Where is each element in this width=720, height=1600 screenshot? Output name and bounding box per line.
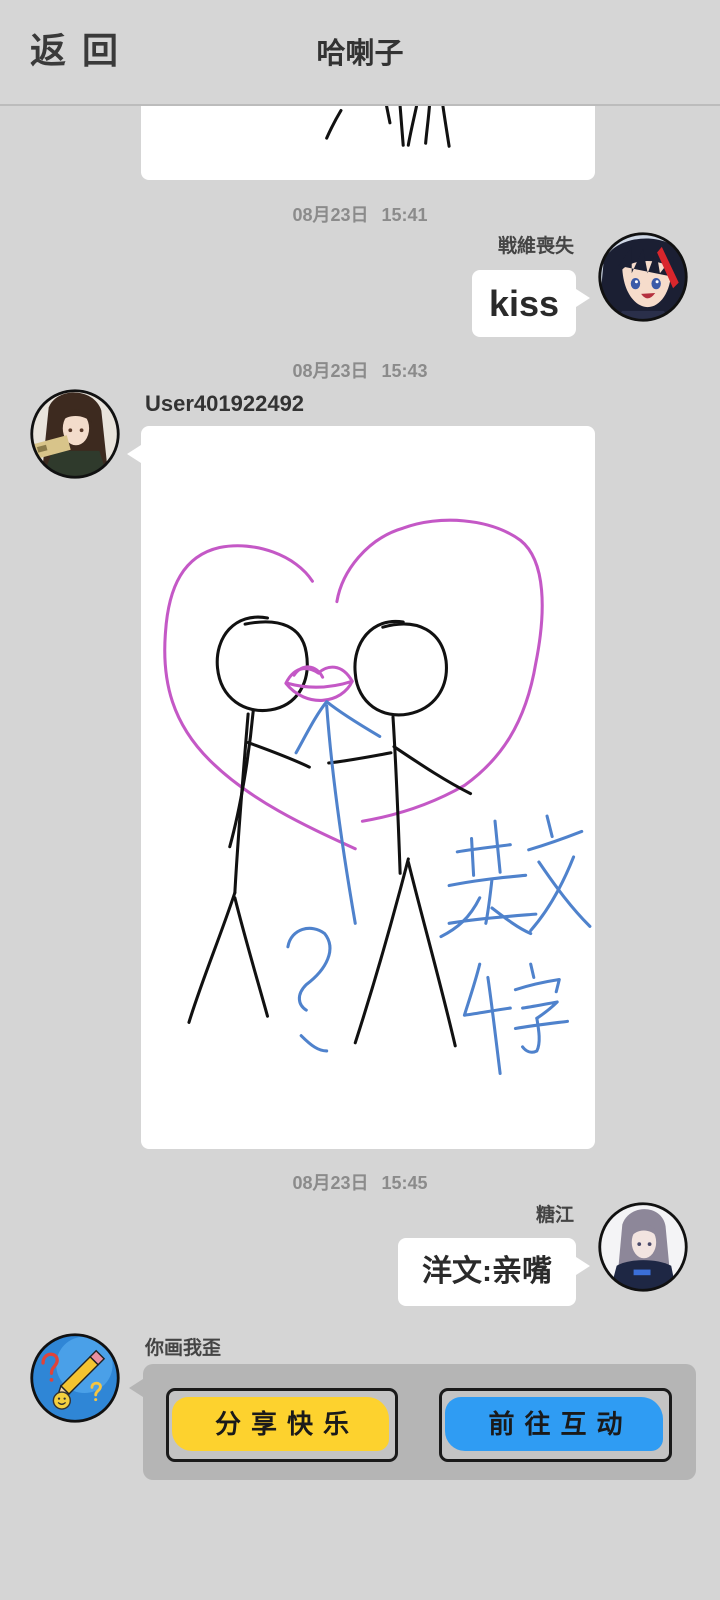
sender-name: 你画我歪 bbox=[145, 1337, 222, 1359]
go-interact-button[interactable]: 前往互动 bbox=[439, 1388, 672, 1462]
page-title: 哈喇子 bbox=[316, 36, 404, 70]
avatar[interactable] bbox=[596, 230, 690, 324]
message-bubble: 洋文:亲嘴 bbox=[398, 1238, 590, 1306]
message-timestamp: 08月23日 15:45 bbox=[292, 1173, 428, 1193]
bubble-tail bbox=[127, 445, 141, 463]
bubble-tail bbox=[576, 289, 590, 307]
message-timestamp: 08月23日 15:41 bbox=[292, 205, 428, 225]
share-happiness-button[interactable]: 分享快乐 bbox=[166, 1388, 398, 1462]
bubble-tail bbox=[129, 1379, 143, 1397]
avatar[interactable] bbox=[28, 1331, 122, 1425]
drawing-stick-figure-left bbox=[187, 615, 311, 1024]
sender-name: User401922492 bbox=[145, 391, 305, 416]
message-timestamp: 08月23日 15:43 bbox=[292, 361, 428, 381]
avatar[interactable] bbox=[28, 387, 122, 481]
drawing-canvas bbox=[163, 518, 592, 1075]
pencil-logo-icon bbox=[30, 1333, 120, 1423]
anime-girl-avatar-icon bbox=[30, 389, 120, 479]
anime-girl-avatar-icon bbox=[598, 232, 688, 322]
drawing-image-bubble[interactable] bbox=[127, 426, 595, 1149]
message-text: kiss bbox=[488, 283, 560, 324]
sender-name: 戦維喪失 bbox=[497, 235, 574, 257]
drawing-handwriting bbox=[286, 700, 592, 1075]
anime-girl-avatar-icon bbox=[598, 1202, 688, 1292]
sender-name: 糖江 bbox=[535, 1204, 574, 1226]
button-label: 前往互动 bbox=[488, 1410, 633, 1440]
avatar[interactable] bbox=[596, 1200, 690, 1294]
button-label: 分享快乐 bbox=[214, 1410, 359, 1440]
message-bubble: kiss bbox=[472, 270, 590, 337]
top-bar: 返回 哈喇子 bbox=[0, 0, 720, 106]
message-text: 洋文:亲嘴 bbox=[422, 1255, 552, 1288]
action-card: 分享快乐 前往互动 bbox=[129, 1364, 696, 1480]
bubble-tail bbox=[576, 1257, 590, 1275]
